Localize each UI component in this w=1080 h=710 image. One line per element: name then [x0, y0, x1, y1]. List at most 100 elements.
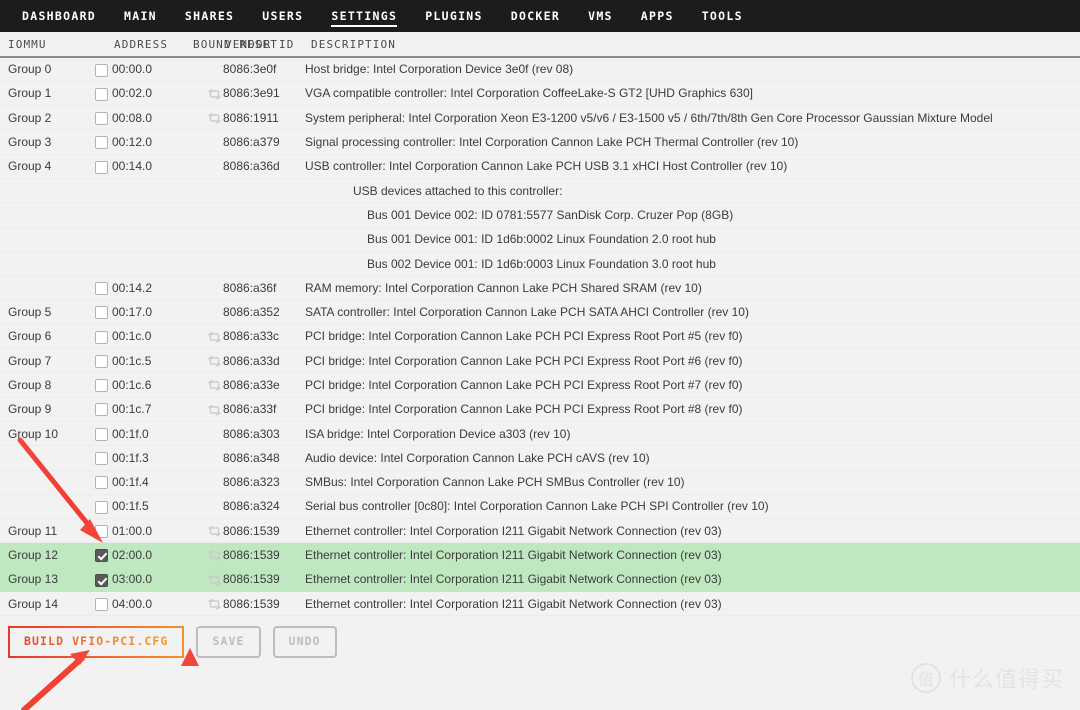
table-row[interactable]: Group 2 00:08.0 8086:1911 System peripheral…: [0, 105, 1080, 131]
reset-icon[interactable]: [207, 550, 221, 561]
table-row[interactable]: Group 11 01:00.0 8086:1539 Ethernet control…: [0, 518, 1080, 544]
column-header-bound-reset: BOUND RESET: [187, 32, 277, 58]
table-row[interactable]: Group 10 00:1f.0 8086:a303 ISA bridge: Inte…: [0, 421, 1080, 447]
page-root: DASHBOARD MAIN SHARES USERS SETTINGS PLUGINS D…: [0, 0, 1080, 710]
checkbox-icon[interactable]: [94, 476, 108, 490]
checkbox-icon[interactable]: [94, 452, 108, 466]
cell-select: [90, 567, 112, 593]
table-row[interactable]: Group 12 02:00.0 8086:1539 Ethernet control…: [0, 542, 1080, 568]
checkbox-icon[interactable]: [94, 330, 108, 344]
address-label: 00:08.0: [112, 110, 153, 125]
checkbox-icon[interactable]: [94, 281, 108, 295]
cell-bound: [187, 494, 205, 520]
iommu-table-container: IOMMU ADDRESS BOUND RESET VENDOR ID DESC…: [0, 32, 1080, 617]
description-label: SMBus: Intel Corporation Cannon Lake PCH…: [305, 475, 685, 490]
address-label: 00:1c.5: [112, 353, 152, 368]
checkbox-icon[interactable]: [94, 500, 108, 514]
save-button[interactable]: SAVE: [196, 626, 261, 658]
cell-vendor-id: 8086:1539: [223, 591, 303, 617]
cell-reset: [205, 81, 223, 107]
table-row[interactable]: 00:1f.3 8086:a348 Audio device: Intel Corp…: [0, 445, 1080, 471]
cell-select: [90, 518, 112, 544]
table-row[interactable]: Group 8 00:1c.6 8086:a33e PCI bridge: Intel…: [0, 372, 1080, 398]
table-row[interactable]: Group 1 00:02.0 8086:3e91 VGA compatible co…: [0, 81, 1080, 107]
cell-select: [90, 542, 112, 568]
cell-vendor-id: [223, 178, 303, 204]
cell-iommu-group: [0, 494, 90, 520]
nav-item-vms[interactable]: VMS: [574, 0, 627, 32]
reset-icon[interactable]: [207, 574, 221, 586]
cell-select: [90, 154, 112, 179]
table-row[interactable]: Group 5 00:17.0 8086:a352 SATA controller: …: [0, 299, 1080, 325]
nav-item-settings[interactable]: SETTINGS: [317, 0, 411, 32]
reset-icon[interactable]: [207, 526, 221, 537]
reset-icon[interactable]: [207, 404, 221, 416]
table-row[interactable]: Bus 001 Device 002: ID 0781:5577 SanDisk…: [0, 202, 1080, 228]
checkbox-icon[interactable]: [94, 63, 108, 77]
checkbox-icon[interactable]: [94, 306, 108, 320]
cell-select: [90, 397, 112, 422]
address-label: 00:1c.7: [112, 402, 152, 417]
checkbox-icon[interactable]: [94, 403, 108, 417]
checkbox-icon[interactable]: [94, 111, 108, 125]
checkbox-icon[interactable]: [94, 524, 108, 538]
table-row[interactable]: Bus 002 Device 001: ID 1d6b:0003 Linux F…: [0, 251, 1080, 277]
table-row[interactable]: Group 3 00:12.0 8086:a379 Signal processing…: [0, 129, 1080, 155]
table-row[interactable]: 00:14.2 8086:a36f RAM memory: Intel Corpor…: [0, 275, 1080, 301]
checkbox-icon[interactable]: [94, 549, 108, 563]
nav-item-tools[interactable]: TOOLS: [688, 0, 757, 32]
checkbox-icon[interactable]: [94, 379, 108, 393]
nav-item-apps[interactable]: APPS: [627, 0, 688, 32]
nav-item-users[interactable]: USERS: [248, 0, 317, 32]
cell-bound: [187, 275, 205, 301]
undo-button[interactable]: UNDO: [272, 626, 337, 658]
iommu-groups-table: IOMMU ADDRESS BOUND RESET VENDOR ID DESC…: [0, 32, 1080, 617]
reset-icon[interactable]: [207, 380, 221, 391]
cell-bound: [187, 567, 205, 593]
table-row[interactable]: 00:1f.4 8086:a323 SMBus: Intel Corporation…: [0, 470, 1080, 495]
checkbox-icon[interactable]: [94, 136, 108, 150]
vendor-id-label: 8086:a33e: [223, 378, 280, 392]
checkbox-icon[interactable]: [94, 427, 108, 441]
checkbox-icon[interactable]: [94, 354, 108, 368]
checkbox-icon[interactable]: [94, 87, 108, 101]
cell-bound: [187, 591, 205, 617]
table-row[interactable]: 00:1f.5 8086:a324 Serial bus controller [0…: [0, 494, 1080, 520]
table-row[interactable]: Group 13 03:00.0 8086:1539 Ethernet control…: [0, 567, 1080, 593]
table-row[interactable]: Group 14 04:00.0 8086:1539 Ethernet control…: [0, 591, 1080, 617]
table-row[interactable]: Group 0 00:00.0 8086:3e0f Host bridge: Inte…: [0, 57, 1080, 82]
reset-icon[interactable]: [207, 89, 221, 100]
table-row[interactable]: USB devices attached to this controller:: [0, 178, 1080, 204]
cell-iommu-group: Group 13: [0, 567, 90, 593]
table-row[interactable]: Group 6 00:1c.0 8086:a33c PCI bridge: Intel…: [0, 324, 1080, 350]
nav-item-plugins[interactable]: PLUGINS: [411, 0, 497, 32]
checkbox-icon[interactable]: [94, 573, 108, 587]
nav-item-shares[interactable]: SHARES: [171, 0, 248, 32]
watermark-text: 什么值得买: [948, 668, 1064, 693]
vendor-id-label: 8086:a324: [223, 499, 280, 514]
reset-icon[interactable]: [207, 331, 221, 343]
cell-iommu-group: Group 0: [0, 57, 90, 82]
cell-vendor-id: 8086:a303: [223, 421, 303, 447]
reset-icon[interactable]: [207, 599, 221, 610]
vendor-id-label: 8086:a303: [223, 426, 280, 441]
table-row[interactable]: Group 7 00:1c.5 8086:a33d PCI bridge: Intel…: [0, 348, 1080, 374]
cell-select: [90, 202, 112, 228]
nav-item-docker[interactable]: DOCKER: [497, 0, 574, 32]
cell-iommu-group: Group 14: [0, 591, 90, 617]
table-row[interactable]: Group 4 00:14.0 8086:a36d USB controller: I…: [0, 154, 1080, 179]
table-row[interactable]: Group 9 00:1c.7 8086:a33f PCI bridge: Intel…: [0, 397, 1080, 422]
address-label: 01:00.0: [112, 523, 153, 538]
cell-vendor-id: [223, 227, 303, 252]
reset-icon[interactable]: [207, 356, 221, 367]
nav-item-dashboard[interactable]: DASHBOARD: [8, 0, 110, 32]
checkbox-icon[interactable]: [94, 597, 108, 611]
checkbox-icon[interactable]: [94, 160, 108, 174]
reset-icon[interactable]: [207, 113, 221, 124]
cell-description: PCI bridge: Intel Corporation Cannon Lak…: [303, 397, 1080, 422]
table-row[interactable]: Bus 001 Device 001: ID 1d6b:0002 Linux F…: [0, 227, 1080, 252]
cell-reset: [205, 591, 223, 617]
watermark-logo-icon: 值: [910, 663, 941, 693]
nav-item-main[interactable]: MAIN: [110, 0, 171, 32]
build-vfio-pci-cfg-button[interactable]: BUILD VFIO-PCI.CFG: [8, 626, 185, 658]
